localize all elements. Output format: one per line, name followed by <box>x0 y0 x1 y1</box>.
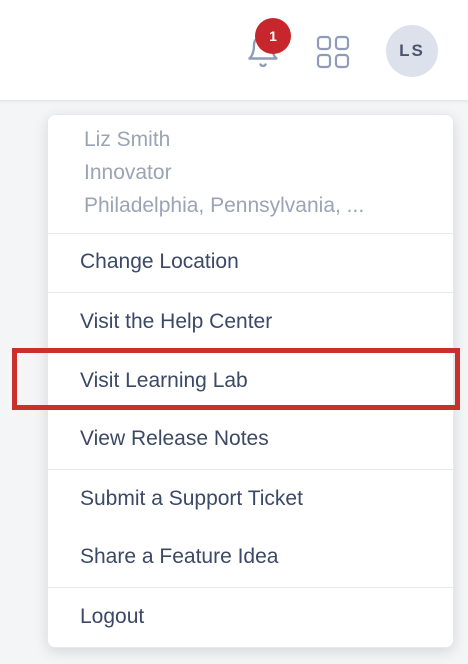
menu-divider <box>48 233 453 234</box>
notifications-button[interactable]: 1 <box>243 18 291 73</box>
menu-item-feature-idea[interactable]: Share a Feature Idea <box>80 542 278 572</box>
top-header: 1 LS <box>0 0 468 101</box>
user-dropdown-menu: Liz Smith Innovator Philadelphia, Pennsy… <box>47 114 454 648</box>
notification-badge: 1 <box>255 18 291 54</box>
user-avatar-button[interactable]: LS <box>386 25 438 77</box>
apps-grid-icon[interactable] <box>316 35 350 69</box>
menu-divider <box>48 587 453 588</box>
menu-item-release-notes[interactable]: View Release Notes <box>80 424 269 454</box>
user-name: Liz Smith <box>84 128 171 151</box>
menu-divider <box>48 292 453 293</box>
menu-divider <box>48 469 453 470</box>
profile-summary: Liz Smith Innovator Philadelphia, Pennsy… <box>84 125 424 224</box>
menu-item-logout[interactable]: Logout <box>80 602 144 632</box>
user-role: Innovator <box>84 161 172 184</box>
menu-item-help-center[interactable]: Visit the Help Center <box>80 307 272 337</box>
menu-item-learning-lab[interactable]: Visit Learning Lab <box>80 366 248 396</box>
menu-item-change-location[interactable]: Change Location <box>80 247 239 277</box>
menu-item-support-ticket[interactable]: Submit a Support Ticket <box>80 484 303 514</box>
user-location: Philadelphia, Pennsylvania, ... <box>84 194 365 217</box>
